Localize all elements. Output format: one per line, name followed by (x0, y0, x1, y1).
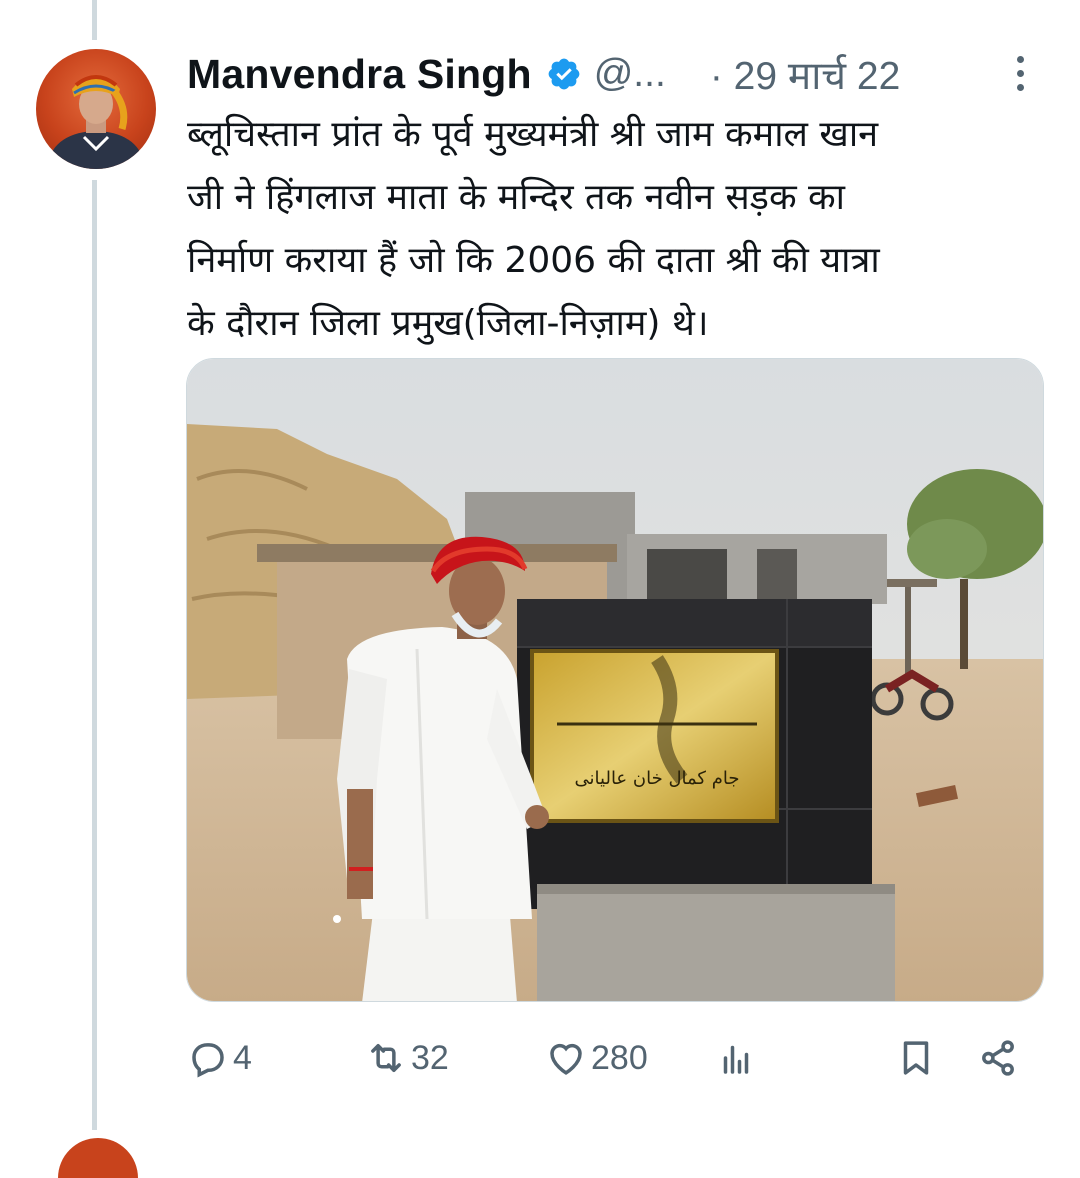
share-button[interactable] (977, 1030, 1019, 1086)
thread-connector (92, 180, 97, 1130)
tweet-text-line: के दौरान जिला प्रमुख(जिला-निज़ाम) थे। (187, 303, 709, 344)
avatar-portrait (50, 75, 142, 169)
more-options-icon[interactable] (1013, 56, 1027, 96)
plaque-text: جام کمال خان عالیانی (575, 768, 740, 789)
like-count: 280 (591, 1038, 648, 1077)
tweet-text-line: ब्लूचिस्तान प्रांत के पूर्व मुख्यमंत्री … (187, 114, 879, 155)
bookmark-icon (895, 1037, 937, 1079)
reply-button[interactable]: 4 (187, 1030, 252, 1086)
next-tweet-avatar[interactable] (58, 1138, 138, 1178)
heart-icon (545, 1037, 587, 1079)
avatar[interactable] (36, 49, 156, 169)
share-icon (977, 1037, 1019, 1079)
retweet-icon (365, 1037, 407, 1079)
retweet-button[interactable]: 32 (365, 1030, 449, 1086)
bookmark-button[interactable] (895, 1030, 937, 1086)
retweet-count: 32 (411, 1038, 449, 1077)
author-handle[interactable]: @... (594, 52, 666, 96)
tweet-date[interactable]: · 29 मार्च 22 (710, 48, 900, 101)
tweet-text-line: जी ने हिंगलाज माता के मन्दिर तक नवीन सड़… (187, 177, 846, 218)
tweet-photo[interactable]: جام کمال خان عالیانی (186, 358, 1044, 1002)
tweet-actions: 4 32 280 (187, 1030, 1047, 1086)
tweet-text: ब्लूचिस्तान प्रांत के पूर्व मुख्यमंत्री … (187, 103, 1047, 355)
thread-connector-top (92, 0, 97, 40)
tweet-text-line: निर्माण कराया हैं जो कि 2006 की दाता श्र… (187, 240, 880, 281)
reply-icon (187, 1037, 229, 1079)
views-button[interactable] (715, 1030, 757, 1086)
reply-count: 4 (233, 1038, 252, 1077)
tweet-header: Manvendra Singh @... · 29 मार्च 22 (187, 48, 1047, 100)
author-display-name[interactable]: Manvendra Singh (187, 51, 532, 98)
verified-badge-icon (546, 56, 582, 92)
views-chart-icon (715, 1037, 757, 1079)
like-button[interactable]: 280 (545, 1030, 648, 1086)
